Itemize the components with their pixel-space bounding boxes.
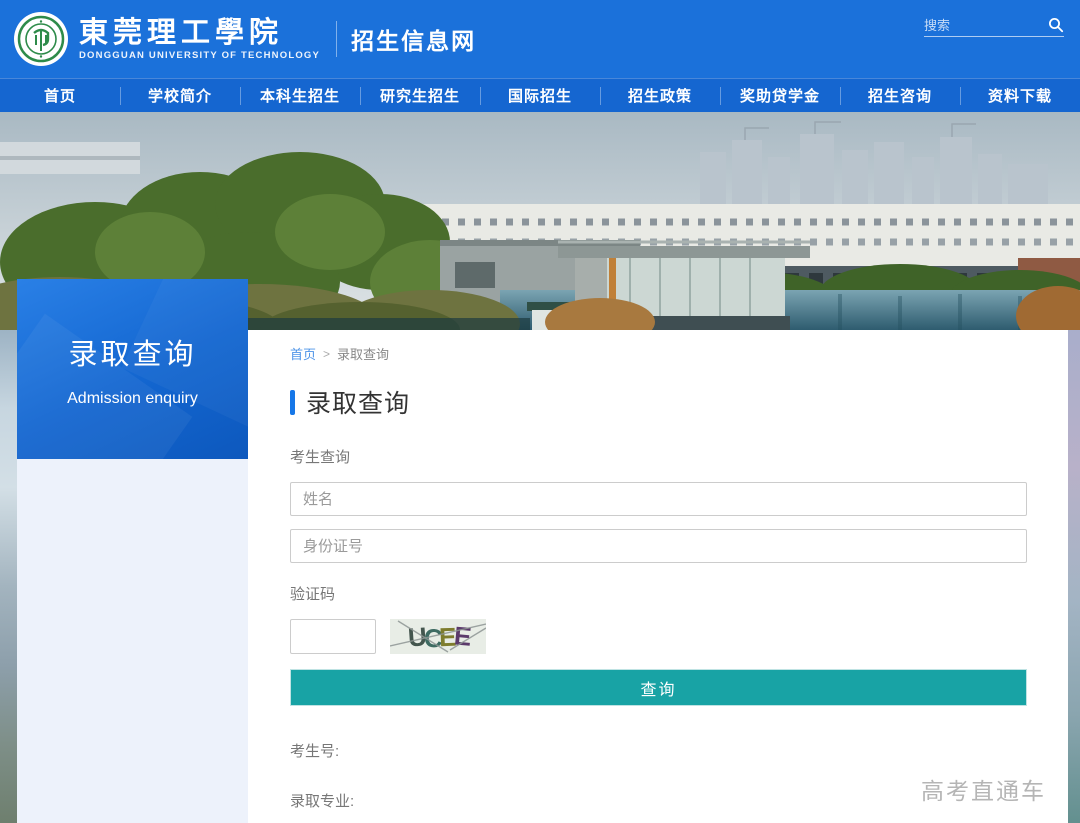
brand-text: 東莞理工學院 DONGGUAN UNIVERSITY OF TECHNOLOGY [79,17,320,62]
captcha-input[interactable] [290,619,376,654]
main-nav: 首页 学校简介 本科生招生 研究生招生 国际招生 招生政策 奖助贷学金 招生咨询… [0,78,1080,112]
breadcrumb: 首页 > 录取查询 [290,344,1027,363]
nav-item-international[interactable]: 国际招生 [480,79,600,112]
search-box [924,17,1064,37]
captcha-row: U C E E [290,619,1027,654]
captcha-image[interactable]: U C E E [390,619,486,654]
id-number-input[interactable] [290,529,1027,563]
admissions-page: 東莞理工學院 DONGGUAN UNIVERSITY OF TECHNOLOGY… [0,0,1080,823]
nav-item-about[interactable]: 学校简介 [120,79,240,112]
nav-item-policy[interactable]: 招生政策 [600,79,720,112]
nav-item-download[interactable]: 资料下载 [960,79,1080,112]
university-name-cn: 東莞理工學院 [79,17,320,49]
search-icon[interactable] [1048,17,1064,33]
name-input[interactable] [290,482,1027,516]
site-name: 招生信息网 [351,22,476,56]
nav-item-scholarship[interactable]: 奖助贷学金 [720,79,840,112]
admission-enquiry-banner: 录取查询 Admission enquiry [17,279,248,459]
query-results: 考生号: 录取专业: 报道情况: [290,740,1027,823]
search-input[interactable] [924,18,1048,33]
university-logo-icon [14,12,68,66]
result-candidate-number: 考生号: [290,740,1027,761]
captcha-label: 验证码 [290,583,1027,604]
main-content: 首页 > 录取查询 录取查询 考生查询 验证码 U C E E [248,330,1068,823]
nav-item-graduate[interactable]: 研究生招生 [360,79,480,112]
banner-title-cn: 录取查询 [68,331,196,373]
breadcrumb-separator: > [323,347,330,361]
page-title-text: 录取查询 [306,384,410,420]
brand: 東莞理工學院 DONGGUAN UNIVERSITY OF TECHNOLOGY… [0,12,476,66]
breadcrumb-current: 录取查询 [337,344,389,363]
candidate-query-label: 考生查询 [290,446,1027,467]
query-submit-button[interactable]: 查询 [290,669,1027,706]
result-admitted-major: 录取专业: [290,790,1027,811]
page-title: 录取查询 [290,384,1027,420]
banner-title-en: Admission enquiry [67,390,198,408]
university-name-en: DONGGUAN UNIVERSITY OF TECHNOLOGY [79,50,320,61]
header: 東莞理工學院 DONGGUAN UNIVERSITY OF TECHNOLOGY… [0,0,1080,78]
nav-item-undergrad[interactable]: 本科生招生 [240,79,360,112]
header-divider [336,21,337,57]
left-background-strip [0,330,17,823]
nav-item-consult[interactable]: 招生咨询 [840,79,960,112]
title-accent-bar [290,390,295,415]
nav-item-home[interactable]: 首页 [0,79,120,112]
right-background-strip [1068,330,1080,823]
breadcrumb-home-link[interactable]: 首页 [290,344,316,363]
